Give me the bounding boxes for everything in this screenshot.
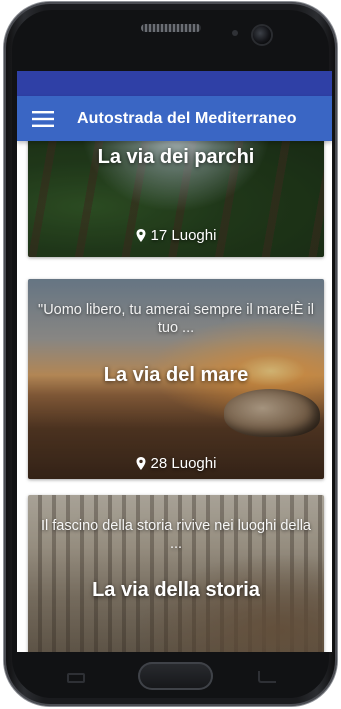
- app-title: Autostrada del Mediterraneo: [77, 109, 297, 127]
- card-description: Il fascino della storia rivive nei luogh…: [40, 518, 311, 552]
- route-card-mare[interactable]: "Uomo libero, tu amerai sempre il mare!È…: [28, 279, 324, 479]
- card-title: La via del mare: [103, 364, 249, 386]
- back-icon[interactable]: [258, 671, 276, 683]
- card-title: La via dei parchi: [97, 146, 255, 168]
- app-screen: Autostrada del Mediterraneo La via dei p…: [17, 71, 332, 652]
- app-bar: Autostrada del Mediterraneo: [17, 96, 332, 141]
- proximity-sensor: [232, 30, 238, 36]
- card-place-count: 28 Luoghi: [28, 455, 324, 472]
- card-count-label: 17 Luoghi: [150, 227, 217, 244]
- menu-button[interactable]: [17, 96, 69, 141]
- hamburger-menu-icon: [32, 110, 54, 127]
- route-card-parchi[interactable]: La via dei parchi 17 Luoghi: [28, 131, 324, 257]
- card-description: "Uomo libero, tu amerai sempre il mare!È…: [38, 302, 314, 336]
- card-count-label: 28 Luoghi: [150, 455, 217, 472]
- recent-apps-icon[interactable]: [67, 673, 85, 683]
- card-title: La via della storia: [92, 579, 260, 601]
- home-button[interactable]: [138, 662, 213, 690]
- location-pin-icon: [136, 457, 146, 470]
- location-pin-icon: [136, 229, 146, 242]
- route-list: La via dei parchi 17 Luoghi "Uomo libero…: [17, 131, 332, 652]
- front-camera-icon: [253, 26, 271, 44]
- earpiece-speaker: [141, 24, 201, 32]
- status-bar: [17, 71, 332, 96]
- route-card-storia[interactable]: Il fascino della storia rivive nei luogh…: [28, 495, 324, 652]
- card-place-count: 17 Luoghi: [28, 227, 324, 244]
